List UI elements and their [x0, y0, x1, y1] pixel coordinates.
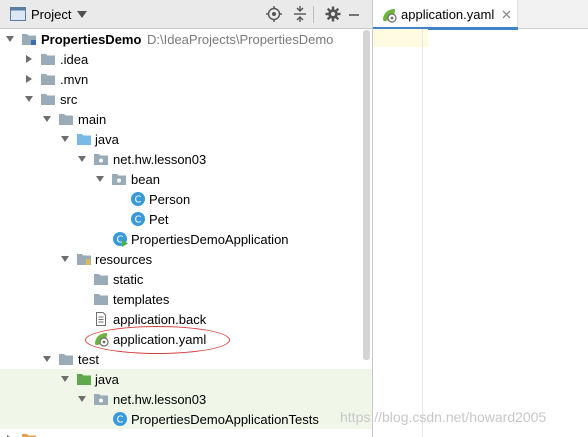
- folder-icon: [41, 54, 55, 65]
- test-source-folder-icon: [77, 374, 91, 385]
- project-tree: PropertiesDemo D:\IdeaProjects\Propertie…: [0, 29, 372, 437]
- locate-icon[interactable]: [266, 6, 282, 22]
- chevron-down-icon[interactable]: [76, 10, 88, 19]
- tree-row-application-class[interactable]: C PropertiesDemoApplication: [0, 229, 372, 249]
- class-icon: C: [113, 412, 127, 426]
- tree-row-main-java[interactable]: java: [0, 129, 372, 149]
- class-icon: C: [131, 212, 145, 226]
- spring-boot-class-icon: C: [113, 232, 128, 247]
- tree-label: templates: [113, 292, 170, 307]
- svg-text:C: C: [117, 415, 124, 426]
- folder-icon: [59, 354, 73, 365]
- resources-folder-icon: [77, 254, 91, 265]
- class-icon: C: [131, 192, 145, 206]
- tree-label: Pet: [149, 212, 169, 227]
- collapsed-arrow-icon[interactable]: [24, 54, 34, 64]
- folder-icon: [59, 114, 73, 125]
- tree-row-static[interactable]: static: [0, 269, 372, 289]
- editor-area: application.yaml: [373, 0, 588, 437]
- expanded-arrow-icon[interactable]: [60, 374, 70, 384]
- collapsed-arrow-icon[interactable]: [24, 74, 34, 84]
- spring-config-file-icon: [383, 9, 397, 23]
- folder-icon: [41, 74, 55, 85]
- tree-row-test-java[interactable]: java: [0, 369, 372, 389]
- tree-row-cut-off[interactable]: [0, 429, 372, 437]
- folder-icon: [94, 294, 108, 305]
- source-folder-icon: [77, 134, 91, 145]
- tree-row-resources[interactable]: resources: [0, 249, 372, 269]
- tab-application-yaml[interactable]: application.yaml: [373, 0, 518, 30]
- text-file-icon: [96, 312, 106, 326]
- expanded-arrow-icon[interactable]: [60, 134, 70, 144]
- tree-label: main: [78, 112, 107, 127]
- folder-icon: [94, 274, 108, 285]
- tree-row-bean[interactable]: bean: [0, 169, 372, 189]
- vertical-scrollbar[interactable]: [363, 30, 370, 360]
- gear-icon[interactable]: [325, 6, 341, 22]
- tree-label: PropertiesDemoApplicationTests: [131, 412, 319, 427]
- folder-icon: [41, 94, 55, 105]
- expanded-arrow-icon[interactable]: [60, 254, 70, 264]
- project-path: D:\IdeaProjects\PropertiesDemo: [147, 32, 334, 47]
- tree-label: bean: [131, 172, 160, 187]
- tree-row-src[interactable]: src: [0, 89, 372, 109]
- tab-label: application.yaml: [401, 7, 495, 22]
- editor-tab-bar: application.yaml: [373, 0, 588, 30]
- folder-icon: [22, 434, 36, 437]
- hide-icon[interactable]: [347, 6, 363, 22]
- caret-row-highlight: [373, 29, 428, 47]
- tree-label: .idea: [60, 52, 89, 67]
- tree-label: src: [60, 92, 78, 107]
- tree-row-templates[interactable]: templates: [0, 289, 372, 309]
- package-icon: [112, 174, 126, 185]
- project-view-selector[interactable]: Project: [31, 7, 71, 22]
- tree-row-mvn[interactable]: .mvn: [0, 69, 372, 89]
- tree-row-main-package[interactable]: net.hw.lesson03: [0, 149, 372, 169]
- tree-label: Person: [149, 192, 191, 207]
- expanded-arrow-icon[interactable]: [5, 34, 15, 44]
- close-icon[interactable]: [502, 10, 511, 19]
- package-icon: [94, 394, 108, 405]
- tree-row-test-package[interactable]: net.hw.lesson03: [0, 389, 372, 409]
- red-annotation-ellipse: [85, 326, 230, 354]
- right-margin-guide: [422, 29, 423, 437]
- collapse-all-icon[interactable]: [292, 6, 308, 22]
- expanded-arrow-icon[interactable]: [77, 394, 87, 404]
- tree-row-test-class[interactable]: C PropertiesDemoApplicationTests: [0, 409, 372, 429]
- tree-row-person[interactable]: C Person: [0, 189, 372, 209]
- header-separator: [313, 6, 314, 23]
- tree-row-project[interactable]: PropertiesDemo D:\IdeaProjects\Propertie…: [0, 29, 372, 49]
- project-name: PropertiesDemo: [41, 32, 142, 47]
- svg-text:C: C: [135, 195, 142, 206]
- tree-label: resources: [95, 252, 153, 267]
- project-tool-window: Project PropertiesDemo D:\IdeaProjects\P…: [0, 0, 372, 437]
- expanded-arrow-icon[interactable]: [95, 174, 105, 184]
- tree-label: application.back: [113, 312, 207, 327]
- project-header: Project: [0, 0, 372, 29]
- tree-row-main[interactable]: main: [0, 109, 372, 129]
- expanded-arrow-icon[interactable]: [24, 94, 34, 104]
- package-icon: [94, 154, 108, 165]
- tree-label: java: [95, 132, 119, 147]
- tree-label: java: [95, 372, 119, 387]
- module-folder-icon: [22, 34, 36, 45]
- svg-text:C: C: [135, 215, 142, 226]
- tree-row-application-back[interactable]: application.back: [0, 309, 372, 329]
- expanded-arrow-icon[interactable]: [42, 354, 52, 364]
- project-view-icon: [10, 7, 26, 21]
- tree-label: .mvn: [60, 72, 89, 87]
- tree-label: PropertiesDemoApplication: [131, 232, 289, 247]
- watermark: https://blog.csdn.net/howard2005: [340, 409, 547, 425]
- editor-text-area[interactable]: [373, 29, 588, 437]
- tree-row-idea[interactable]: .idea: [0, 49, 372, 69]
- tree-label: net.hw.lesson03: [113, 392, 207, 407]
- expanded-arrow-icon[interactable]: [77, 154, 87, 164]
- tree-label: test: [78, 352, 99, 367]
- tree-row-pet[interactable]: C Pet: [0, 209, 372, 229]
- expanded-arrow-icon[interactable]: [42, 114, 52, 124]
- tree-label: static: [113, 272, 144, 287]
- tree-label: net.hw.lesson03: [113, 152, 207, 167]
